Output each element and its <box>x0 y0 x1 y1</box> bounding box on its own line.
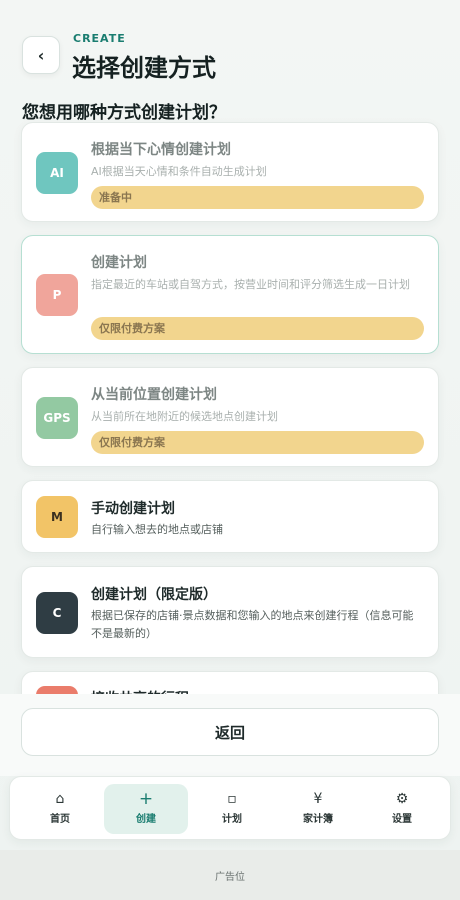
premium-badge: 仅限付费方案 <box>91 431 424 454</box>
option-desc: 根据已保存的店铺·景点数据和您输入的地点来创建行程（信息可能不是最新的） <box>91 609 414 640</box>
premium-badge: 仅限付费方案 <box>91 317 424 340</box>
back-button[interactable]: ‹ <box>22 36 60 74</box>
option-desc: 指定最近的车站或自驾方式，按营业时间和评分筛选生成一日计划 <box>91 278 410 291</box>
plus-icon: + <box>138 789 154 809</box>
option-desc: AI根据当天心情和条件自动生成计划 <box>91 165 267 178</box>
tab-settings[interactable]: ⚙ 设置 <box>360 784 444 834</box>
tab-bar: ⌂ 首页 + 创建 ▫ 计划 ¥ 家计簿 ⚙ 设置 <box>9 776 451 840</box>
option-title: 创建计划（限定版） <box>91 587 217 603</box>
tab-plans[interactable]: ▫ 计划 <box>190 784 274 834</box>
header: ‹ CREATE 选择创建方式 <box>22 30 438 90</box>
option-desc: 从当前所在地附近的候选地点创建计划 <box>91 410 278 423</box>
limited-icon: C <box>36 592 78 634</box>
gear-icon: ⚙ <box>395 791 409 807</box>
option-card-limited[interactable]: C 创建计划（限定版） 根据已保存的店铺·景点数据和您输入的地点来创建行程（信息… <box>21 566 439 658</box>
home-icon: ⌂ <box>55 791 65 807</box>
tab-budget[interactable]: ¥ 家计簿 <box>276 784 360 834</box>
tab-label: 创建 <box>136 814 156 825</box>
ad-slot: 广告位 <box>0 850 460 900</box>
tab-home[interactable]: ⌂ 首页 <box>18 784 102 834</box>
tab-label: 家计簿 <box>303 814 333 825</box>
status-badge: 准备中 <box>91 186 424 209</box>
option-title: 根据当下心情创建计划 <box>91 142 231 158</box>
option-desc: 自行输入想去的地点或店铺 <box>91 523 223 536</box>
return-button[interactable]: 返回 <box>21 708 439 756</box>
option-card-create-plan[interactable]: P 创建计划 指定最近的车站或自驾方式，按营业时间和评分筛选生成一日计划 仅限付… <box>21 235 439 354</box>
option-title: 从当前位置创建计划 <box>91 387 217 403</box>
option-title: 创建计划 <box>91 255 147 271</box>
ai-icon: AI <box>36 152 78 194</box>
option-card-current-location[interactable]: GPS 从当前位置创建计划 从当前所在地附近的候选地点创建计划 仅限付费方案 <box>21 367 439 467</box>
manual-icon: M <box>36 496 78 538</box>
chevron-left-icon: ‹ <box>37 45 45 65</box>
page-eyebrow: CREATE <box>73 32 126 45</box>
parking-icon: P <box>36 274 78 316</box>
tab-label: 设置 <box>392 814 412 825</box>
tab-label: 计划 <box>222 814 242 825</box>
option-card-mood-ai[interactable]: AI 根据当下心情创建计划 AI根据当天心情和条件自动生成计划 准备中 <box>21 122 439 222</box>
option-title: 手动创建计划 <box>91 501 175 517</box>
page-title: 选择创建方式 <box>72 54 216 82</box>
yen-icon: ¥ <box>313 791 323 807</box>
gps-icon: GPS <box>36 397 78 439</box>
tab-label: 首页 <box>50 814 70 825</box>
option-card-manual[interactable]: M 手动创建计划 自行输入想去的地点或店铺 <box>21 480 439 553</box>
tab-create[interactable]: + 创建 <box>104 784 188 834</box>
question-heading: 您想用哪种方式创建计划？ <box>22 103 226 123</box>
square-icon: ▫ <box>227 791 237 807</box>
